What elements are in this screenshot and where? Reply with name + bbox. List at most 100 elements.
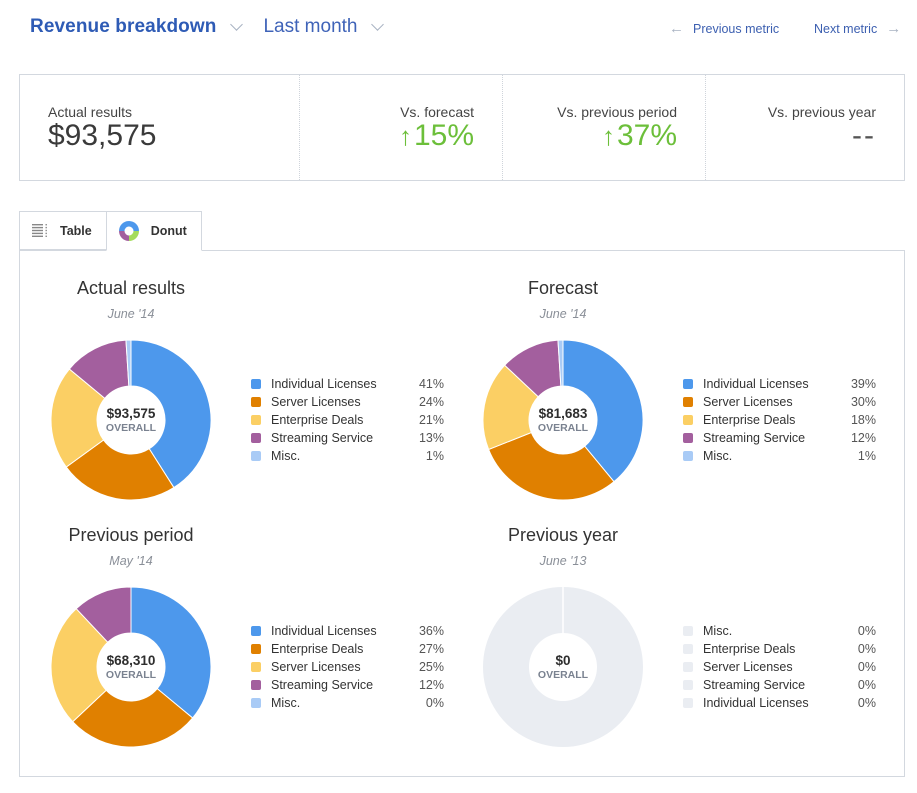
- legend-item[interactable]: Server Licenses 25%: [251, 658, 444, 676]
- arrow-up-icon: ↑: [398, 121, 412, 151]
- legend-percent: 41%: [418, 377, 444, 391]
- legend-label: Server Licenses: [703, 660, 793, 674]
- legend-item[interactable]: Misc. 0%: [683, 622, 876, 640]
- chevron-down-icon[interactable]: [371, 17, 385, 31]
- arrow-up-icon: ↑: [601, 121, 615, 151]
- legend-percent: 12%: [850, 431, 876, 445]
- legend-percent: 27%: [418, 642, 444, 656]
- legend-item[interactable]: Individual Licenses 0%: [683, 694, 876, 712]
- legend-percent: 1%: [425, 449, 444, 463]
- legend-swatch: [251, 662, 261, 672]
- legend-label: Streaming Service: [271, 678, 374, 692]
- legend-swatch: [251, 626, 261, 636]
- legend-label: Misc.: [703, 624, 733, 638]
- chart-title: Previous period: [68, 525, 194, 545]
- legend-percent: 0%: [425, 696, 444, 710]
- legend-percent: 30%: [850, 395, 876, 409]
- legend-item[interactable]: Enterprise Deals 27%: [251, 640, 444, 658]
- summary-vs-previous-period: Vs. previous period ↑37%: [502, 75, 705, 180]
- tab-table[interactable]: Table: [19, 211, 107, 250]
- legend-item[interactable]: Server Licenses 24%: [251, 393, 444, 411]
- legend-swatch: [251, 451, 261, 461]
- donut-chart[interactable]: [473, 577, 653, 757]
- chart-subtitle: May '14: [109, 554, 153, 568]
- donut-slice-individual-licenses[interactable]: [130, 586, 212, 719]
- legend-percent: 13%: [418, 431, 444, 445]
- tab-label: Table: [60, 223, 92, 238]
- legend-percent: 0%: [857, 624, 876, 638]
- chart-previous-year: Previous year June '13 $0 OVERALL Misc. 0…: [452, 498, 884, 747]
- legend-item[interactable]: Individual Licenses 39%: [683, 375, 876, 393]
- legend-label: Individual Licenses: [271, 624, 377, 638]
- legend-label: Server Licenses: [271, 395, 361, 409]
- legend-percent: 12%: [418, 678, 444, 692]
- legend-item[interactable]: Streaming Service 13%: [251, 429, 444, 447]
- legend-item[interactable]: Server Licenses 0%: [683, 658, 876, 676]
- legend-swatch: [683, 662, 693, 672]
- chart-subtitle: June '13: [539, 554, 587, 568]
- legend-item[interactable]: Enterprise Deals 0%: [683, 640, 876, 658]
- next-metric-link[interactable]: Next metric →: [814, 20, 901, 37]
- previous-metric-label: Previous metric: [693, 21, 780, 36]
- chart-previous-period: Previous period May '14 $68,310 OVERALL …: [20, 498, 452, 748]
- legend-label: Server Licenses: [271, 660, 361, 674]
- legend-item[interactable]: Streaming Service 0%: [683, 676, 876, 694]
- chart-legend: Individual Licenses 36% Enterprise Deals 27…: [251, 622, 444, 712]
- legend-item[interactable]: Individual Licenses 41%: [251, 375, 444, 393]
- chart-actual-results: Actual results June '14 $93,575 OVERALL …: [20, 251, 452, 501]
- legend-label: Enterprise Deals: [703, 642, 796, 656]
- legend-swatch: [683, 698, 693, 708]
- chart-subtitle: June '14: [539, 307, 587, 321]
- table-icon: [32, 224, 48, 237]
- arrow-right-icon: →: [886, 20, 902, 37]
- legend-item[interactable]: Streaming Service 12%: [251, 676, 444, 694]
- chart-title: Previous year: [507, 525, 619, 545]
- legend-swatch: [683, 415, 693, 425]
- legend-percent: 25%: [418, 660, 444, 674]
- view-tabs: Table Donut: [19, 211, 202, 251]
- donut-chart[interactable]: [473, 330, 653, 510]
- donut-chart[interactable]: [41, 330, 221, 510]
- legend-swatch: [683, 644, 693, 654]
- legend-item[interactable]: Misc. 0%: [251, 694, 444, 712]
- summary-value: ↑15%: [399, 119, 474, 153]
- summary-actual: Actual results $93,575: [20, 75, 299, 180]
- summary-percent: 15%: [413, 119, 474, 152]
- legend-label: Enterprise Deals: [271, 642, 364, 656]
- legend-item[interactable]: Misc. 1%: [683, 447, 876, 465]
- legend-percent: 39%: [850, 377, 876, 391]
- chevron-down-icon[interactable]: [230, 17, 244, 31]
- previous-metric-link[interactable]: ← Previous metric: [669, 20, 779, 37]
- legend-percent: 1%: [857, 449, 876, 463]
- legend-label: Streaming Service: [703, 431, 806, 445]
- legend-swatch: [251, 433, 261, 443]
- legend-swatch: [683, 379, 693, 389]
- legend-swatch: [251, 379, 261, 389]
- legend-item[interactable]: Enterprise Deals 21%: [251, 411, 444, 429]
- legend-label: Streaming Service: [271, 431, 374, 445]
- legend-item[interactable]: Streaming Service 12%: [683, 429, 876, 447]
- chart-title: Actual results: [76, 278, 186, 298]
- legend-item[interactable]: Server Licenses 30%: [683, 393, 876, 411]
- legend-percent: 0%: [857, 696, 876, 710]
- legend-swatch: [251, 415, 261, 425]
- summary-label: Vs. forecast: [400, 104, 474, 120]
- legend-item[interactable]: Misc. 1%: [251, 447, 444, 465]
- legend-label: Enterprise Deals: [271, 413, 364, 427]
- summary-label: Vs. previous period: [557, 104, 677, 120]
- legend-swatch: [683, 680, 693, 690]
- legend-percent: 18%: [850, 413, 876, 427]
- period-selector[interactable]: Last month: [263, 16, 357, 38]
- legend-item[interactable]: Enterprise Deals 18%: [683, 411, 876, 429]
- tab-donut[interactable]: Donut: [105, 211, 202, 251]
- legend-swatch: [683, 397, 693, 407]
- legend-label: Misc.: [271, 449, 301, 463]
- metric-selector[interactable]: Revenue breakdown: [30, 16, 216, 38]
- tab-label: Donut: [150, 224, 187, 238]
- summary-vs-previous-year: Vs. previous year --: [705, 75, 904, 180]
- donut-chart[interactable]: [41, 577, 221, 757]
- legend-label: Individual Licenses: [271, 377, 377, 391]
- chart-subtitle: June '14: [107, 307, 155, 321]
- legend-item[interactable]: Individual Licenses 36%: [251, 622, 444, 640]
- legend-swatch: [683, 433, 693, 443]
